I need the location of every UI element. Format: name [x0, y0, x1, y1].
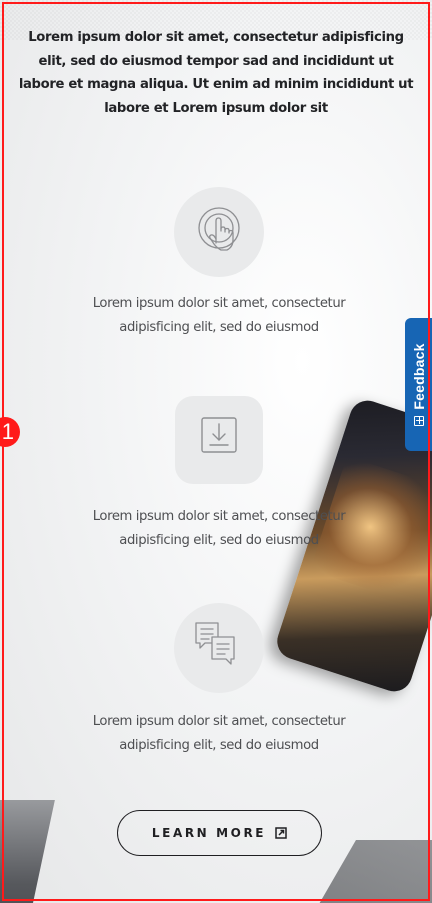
- background-shape-left: [0, 800, 55, 903]
- promo-section: Lorem ipsum dolor sit amet, consectetur …: [0, 0, 432, 903]
- intro-text: Lorem ipsum dolor sit amet, consectetur …: [18, 30, 414, 116]
- feedback-tab-content: Feedback: [405, 318, 432, 451]
- touch-icon: [174, 187, 264, 277]
- feature-line: Lorem ipsum dolor sit amet, consectetur: [92, 509, 346, 524]
- learn-more-label: LEARN MORE: [151, 826, 267, 840]
- feature-line: adipisficing elit, sed do eiusmod: [119, 320, 319, 335]
- feature-description: Lorem ipsum dolor sit amet, consectetur …: [30, 505, 408, 553]
- learn-more-button[interactable]: LEARN MORE: [117, 810, 322, 856]
- selection-badge: 1: [0, 417, 20, 447]
- feature-line: adipisficing elit, sed do eiusmod: [119, 533, 319, 548]
- feature-line: Lorem ipsum dolor sit amet, consectetur: [92, 714, 346, 729]
- download-icon: [174, 395, 264, 485]
- chat-icon: [174, 603, 264, 693]
- external-link-icon: [275, 827, 287, 839]
- feedback-tab[interactable]: Feedback: [405, 318, 432, 451]
- background-shape-right: [304, 840, 432, 903]
- plus-box-icon: [413, 415, 424, 426]
- feature-description: Lorem ipsum dolor sit amet, consectetur …: [30, 292, 408, 340]
- feature-line: adipisficing elit, sed do eiusmod: [119, 738, 319, 753]
- feature-line: Lorem ipsum dolor sit amet, consectetur: [92, 296, 346, 311]
- feature-description: Lorem ipsum dolor sit amet, consectetur …: [30, 710, 408, 758]
- feedback-label: Feedback: [410, 343, 427, 410]
